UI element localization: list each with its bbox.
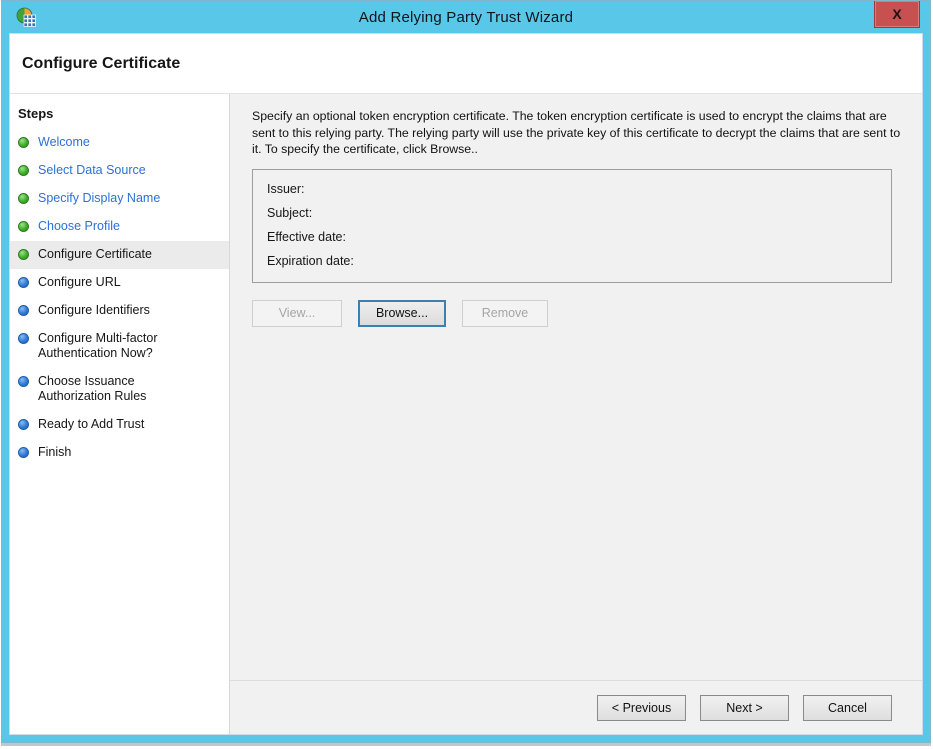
page-title: Configure Certificate	[10, 55, 180, 73]
sidebar-step-choose-issuance-authorization-rules: Choose Issuance Authorization Rules	[10, 368, 229, 411]
step-pending-icon	[18, 277, 29, 288]
certificate-button-row: View... Browse... Remove	[252, 300, 906, 327]
view-button: View...	[252, 300, 342, 327]
certificate-field-expiration-date: Expiration date:	[267, 249, 877, 273]
close-button[interactable]: X	[874, 1, 920, 28]
step-completed-icon	[18, 193, 29, 204]
certificate-field-effective-date: Effective date:	[267, 225, 877, 249]
next-button[interactable]: Next >	[700, 695, 789, 721]
step-label: Welcome	[38, 135, 90, 150]
step-label: Configure Certificate	[38, 247, 152, 262]
main-panel: Specify an optional token encryption cer…	[230, 94, 922, 734]
sidebar-step-configure-certificate: Configure Certificate	[10, 241, 229, 269]
remove-button: Remove	[462, 300, 548, 327]
sidebar-step-finish: Finish	[10, 439, 229, 467]
steps-sidebar: Steps Welcome Select Data Source Specify D…	[10, 94, 230, 734]
certificate-field-issuer: Issuer:	[267, 177, 877, 201]
previous-button[interactable]: < Previous	[597, 695, 686, 721]
browse-button[interactable]: Browse...	[358, 300, 446, 327]
titlebar: Add Relying Party Trust Wizard X	[9, 1, 923, 33]
wizard-footer: < Previous Next > Cancel	[230, 680, 922, 734]
sidebar-step-configure-identifiers: Configure Identifiers	[10, 297, 229, 325]
step-label: Configure Multi-factor Authentication No…	[38, 331, 193, 361]
sidebar-step-configure-url: Configure URL	[10, 269, 229, 297]
sidebar-step-choose-profile[interactable]: Choose Profile	[10, 213, 229, 241]
sidebar-step-specify-display-name[interactable]: Specify Display Name	[10, 185, 229, 213]
page-header: Configure Certificate	[10, 34, 922, 94]
step-label: Select Data Source	[38, 163, 146, 178]
steps-heading: Steps	[10, 100, 229, 129]
step-completed-icon	[18, 165, 29, 176]
step-label: Choose Issuance Authorization Rules	[38, 374, 193, 404]
step-label: Choose Profile	[38, 219, 120, 234]
sidebar-step-ready-to-add-trust: Ready to Add Trust	[10, 411, 229, 439]
adfs-app-icon	[16, 7, 36, 27]
close-icon: X	[892, 6, 901, 22]
step-label: Finish	[38, 445, 71, 460]
step-completed-icon	[18, 221, 29, 232]
step-pending-icon	[18, 305, 29, 316]
step-completed-icon	[18, 137, 29, 148]
step-pending-icon	[18, 447, 29, 458]
sidebar-step-configure-multi-factor-authentication-now: Configure Multi-factor Authentication No…	[10, 325, 229, 368]
step-completed-icon	[18, 249, 29, 260]
step-label: Configure Identifiers	[38, 303, 150, 318]
sidebar-step-select-data-source[interactable]: Select Data Source	[10, 157, 229, 185]
sidebar-step-welcome[interactable]: Welcome	[10, 129, 229, 157]
certificate-info-box: Issuer:Subject:Effective date:Expiration…	[252, 169, 892, 283]
cancel-button[interactable]: Cancel	[803, 695, 892, 721]
steps-list: Welcome Select Data Source Specify Display…	[10, 129, 229, 467]
certificate-field-subject: Subject:	[267, 201, 877, 225]
window-body: Configure Certificate Steps Welcome Selec…	[9, 33, 923, 735]
step-pending-icon	[18, 333, 29, 344]
step-label: Configure URL	[38, 275, 121, 290]
instruction-text: Specify an optional token encryption cer…	[252, 108, 906, 158]
step-label: Specify Display Name	[38, 191, 160, 206]
step-pending-icon	[18, 376, 29, 387]
step-label: Ready to Add Trust	[38, 417, 144, 432]
window-title: Add Relying Party Trust Wizard	[359, 9, 573, 26]
wizard-window: Add Relying Party Trust Wizard X Configu…	[1, 0, 931, 743]
step-pending-icon	[18, 419, 29, 430]
